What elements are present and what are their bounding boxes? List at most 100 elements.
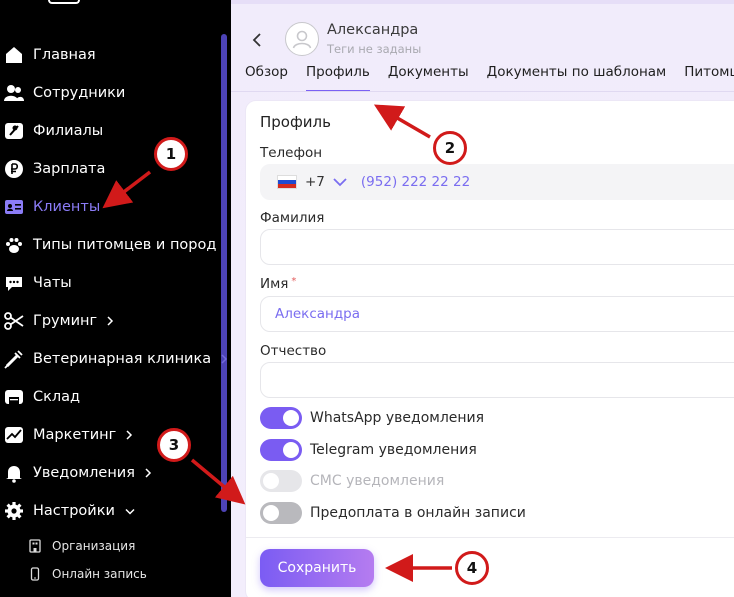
- tab-overview[interactable]: Обзор: [245, 64, 288, 86]
- sidebar-item-label: Главная: [33, 47, 96, 63]
- whatsapp-toggle-label: WhatsApp уведомления: [310, 410, 485, 426]
- sidebar-item-vet-clinic[interactable]: Ветеринарная клиника: [0, 344, 228, 374]
- card-divider: [246, 537, 734, 538]
- sidebar-item-label: Ветеринарная клиника: [33, 351, 212, 367]
- whatsapp-toggle[interactable]: [260, 407, 302, 429]
- sidebar-item-notifications[interactable]: Уведомления: [0, 458, 220, 488]
- paw-icon: [4, 235, 24, 255]
- tab-documents[interactable]: Документы: [388, 64, 469, 86]
- top-border: [231, 0, 734, 4]
- client-name: Александра: [327, 22, 419, 38]
- chevron-left-icon: [252, 33, 261, 47]
- sidebar-item-warehouse[interactable]: Склад: [0, 382, 220, 412]
- chevron-down-icon[interactable]: [333, 177, 347, 187]
- sidebar-item-label: Уведомления: [33, 465, 135, 481]
- sidebar-item-label: Типы питомцев и пород: [33, 237, 217, 253]
- phone-field[interactable]: +7 (952) 222 22 22: [260, 164, 734, 200]
- building-icon: [28, 539, 42, 553]
- chevron-right-icon: [143, 468, 153, 478]
- phone-label: Телефон: [260, 145, 323, 161]
- sidebar-subitem-label: Организация: [52, 539, 136, 553]
- sidebar-subitem-online-booking[interactable]: Онлайн запись: [28, 563, 147, 585]
- map-pin-icon: [4, 121, 24, 141]
- sidebar-item-grooming[interactable]: Груминг: [0, 306, 220, 336]
- annotation-badge-2: 2: [433, 131, 467, 165]
- people-icon: [4, 83, 24, 103]
- prepayment-toggle-row: Предоплата в онлайн записи: [260, 502, 526, 524]
- sidebar-item-label: Настройки: [33, 503, 115, 519]
- sms-toggle: [260, 470, 302, 492]
- whatsapp-toggle-row: WhatsApp уведомления: [260, 407, 484, 429]
- last-name-label: Фамилия: [260, 210, 325, 226]
- sms-toggle-label: СМС уведомления: [310, 473, 445, 489]
- prepayment-toggle[interactable]: [260, 502, 302, 524]
- sidebar-item-home[interactable]: Главная: [0, 40, 220, 70]
- middle-name-input[interactable]: [260, 362, 734, 398]
- bell-icon: [4, 463, 24, 483]
- phone-icon: [28, 567, 42, 581]
- sidebar-item-label: Склад: [33, 389, 81, 405]
- chevron-right-icon: [105, 316, 115, 326]
- tab-bar: Обзор Профиль Документы Документы по шаб…: [245, 64, 734, 92]
- last-name-input[interactable]: [260, 229, 734, 265]
- sidebar-item-label: Чаты: [33, 275, 72, 291]
- sidebar: Главная Сотрудники Филиалы Зарплата Клие…: [0, 0, 231, 597]
- country-code[interactable]: +7: [305, 174, 325, 190]
- tab-pets[interactable]: Питомцы: [684, 64, 734, 86]
- warehouse-icon: [4, 387, 24, 407]
- annotation-badge-3: 3: [157, 428, 191, 462]
- russia-flag-icon[interactable]: [277, 175, 297, 189]
- first-name-input[interactable]: Александра: [260, 296, 734, 332]
- user-icon: [292, 30, 312, 49]
- sidebar-item-label: Зарплата: [33, 161, 106, 177]
- chevron-right-icon: [124, 430, 134, 440]
- sidebar-item-chats[interactable]: Чаты: [0, 268, 220, 298]
- prepayment-toggle-label: Предоплата в онлайн записи: [310, 505, 526, 521]
- sidebar-subitem-label: Онлайн запись: [52, 567, 147, 581]
- tab-template-documents[interactable]: Документы по шаблонам: [487, 64, 667, 86]
- back-button[interactable]: [249, 30, 265, 50]
- chart-icon: [4, 425, 24, 445]
- gear-icon: [4, 501, 24, 521]
- sidebar-item-label: Сотрудники: [33, 85, 126, 101]
- syringe-icon: [4, 349, 24, 369]
- profile-card: Профиль Телефон +7 (952) 222 22 22 Фамил…: [246, 101, 734, 597]
- sidebar-item-clients[interactable]: Клиенты: [0, 192, 220, 222]
- toggle-knob: [283, 410, 299, 426]
- sidebar-item-branches[interactable]: Филиалы: [0, 116, 220, 146]
- chat-icon: [4, 273, 24, 293]
- ruble-icon: [4, 159, 24, 179]
- first-name-label-text: Имя: [260, 276, 289, 292]
- tab-profile[interactable]: Профиль: [305, 64, 370, 92]
- main-content: Александра Теги не заданы Обзор Профиль …: [231, 0, 734, 597]
- toggle-knob: [283, 442, 299, 458]
- sms-toggle-row: СМС уведомления: [260, 470, 444, 492]
- annotation-badge-4: 4: [455, 551, 489, 585]
- home-icon: [4, 45, 24, 65]
- toggle-knob: [263, 505, 279, 521]
- scissors-icon: [4, 311, 24, 331]
- annotation-badge-1: 1: [154, 137, 188, 171]
- phone-number[interactable]: (952) 222 22 22: [361, 174, 470, 190]
- sidebar-subitem-organization[interactable]: Организация: [28, 535, 135, 557]
- chevron-down-icon: [125, 506, 135, 516]
- sidebar-item-label: Филиалы: [33, 123, 104, 139]
- sidebar-item-employees[interactable]: Сотрудники: [0, 78, 220, 108]
- save-button[interactable]: Сохранить: [260, 549, 374, 587]
- sidebar-top-tab[interactable]: [48, 0, 80, 4]
- profile-title: Профиль: [260, 113, 331, 131]
- telegram-toggle-row: Telegram уведомления: [260, 439, 477, 461]
- toggle-knob: [263, 473, 279, 489]
- middle-name-label: Отчество: [260, 343, 327, 359]
- client-tags[interactable]: Теги не заданы: [327, 42, 421, 56]
- contact-card-icon: [4, 197, 24, 217]
- sidebar-item-pet-types[interactable]: Типы питомцев и пород: [0, 230, 220, 260]
- tabs-divider: [231, 91, 734, 92]
- sidebar-scrollbar[interactable]: [221, 34, 227, 512]
- sidebar-item-label: Клиенты: [33, 199, 101, 215]
- telegram-toggle[interactable]: [260, 439, 302, 461]
- avatar: [285, 22, 319, 56]
- required-mark: *: [291, 276, 297, 287]
- sidebar-item-label: Маркетинг: [33, 427, 117, 443]
- sidebar-item-settings[interactable]: Настройки: [0, 496, 220, 526]
